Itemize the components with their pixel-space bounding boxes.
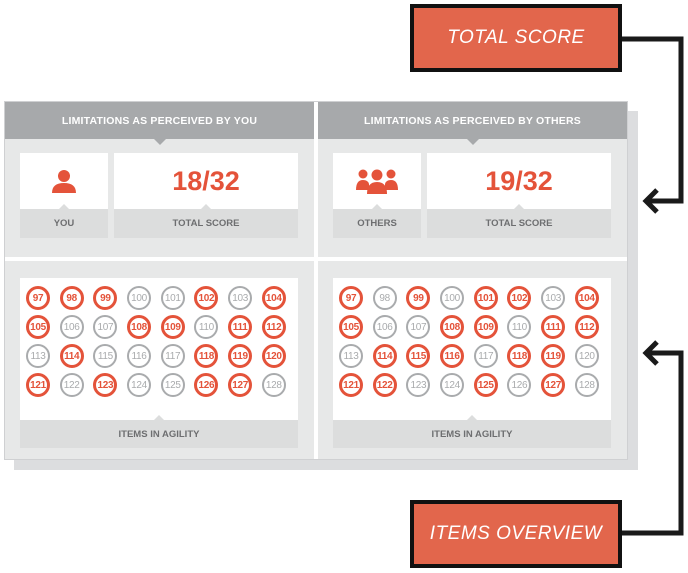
total-score-connector <box>622 36 684 214</box>
items-overview-callout-label: ITEMS OVERVIEW <box>414 504 618 564</box>
connector-lines <box>622 36 684 536</box>
items-overview-connector <box>622 340 684 536</box>
total-score-callout: TOTAL SCORE <box>410 4 622 72</box>
total-score-callout-label: TOTAL SCORE <box>414 8 618 68</box>
items-overview-callout: ITEMS OVERVIEW <box>410 500 622 568</box>
